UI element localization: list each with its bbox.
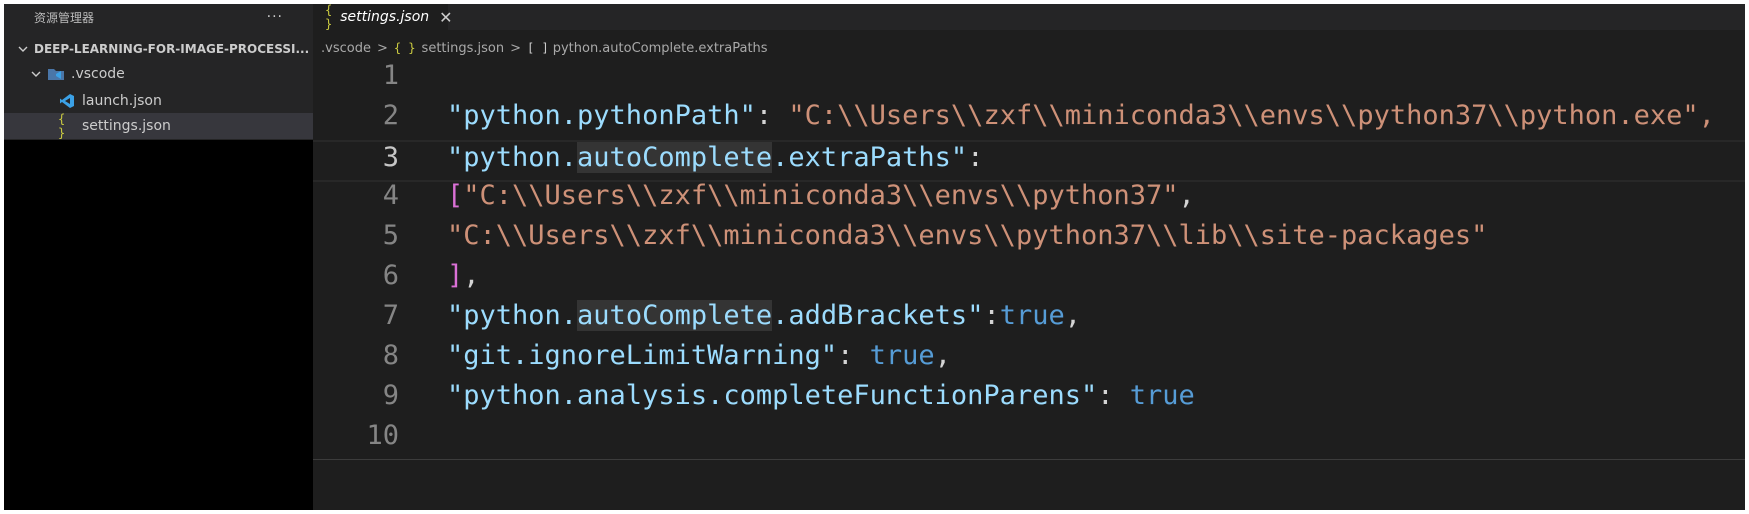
code-text: "git.ignoreLimitWarning": true, [447,340,951,371]
vscode-window: 资源管理器 ··· DEEP-LEARNING-FOR-IMAGE-PROCES… [4,4,1745,510]
explorer-sidebar: 资源管理器 ··· DEEP-LEARNING-FOR-IMAGE-PROCES… [4,4,313,510]
json-string: "C:\\Users\\zxf\\miniconda3\\envs\\pytho… [447,220,1488,251]
json-key-highlight: autoComplete [577,142,773,173]
code-line: 2 "python.pythonPath": "C:\\Users\\zxf\\… [313,100,1745,142]
array-icon: [ ] [527,41,549,55]
tab-bar: { } settings.json ✕ [313,4,1745,31]
chevron-down-icon [31,71,41,77]
json-boolean: true [999,300,1065,331]
tree-item-label: settings.json [82,118,171,134]
punctuation: : [1097,380,1130,411]
redacted-area [4,140,313,510]
code-line: 6 ], [313,260,1745,302]
code-line: 9 "python.analysis.completeFunctionParen… [313,380,1745,422]
line-number: 6 [382,260,399,291]
punctuation: : [983,300,1000,331]
punctuation: , [1178,180,1195,211]
chevron-right-icon: > [376,40,388,56]
chevron-right-icon: > [510,40,522,56]
breadcrumb-item-extrapaths[interactable]: python.autoComplete.extraPaths [553,41,768,56]
line-number: 8 [382,340,399,371]
punctuation: : [755,100,789,131]
tab-settings-json[interactable]: { } settings.json ✕ [313,4,453,31]
workspace-folder[interactable]: DEEP-LEARNING-FOR-IMAGE-PROCESSI... [4,38,313,60]
bracket: [ [447,180,464,211]
breadcrumb-item-settings[interactable]: settings.json [422,41,505,56]
json-file-icon: { } [393,41,416,55]
json-key: "python.pythonPath" [447,100,756,131]
json-key: "python. [447,142,578,173]
line-number: 10 [366,420,399,451]
code-text: "python.autoComplete.addBrackets":true, [447,300,1081,331]
line-number: 2 [382,100,399,131]
tab-label: settings.json [340,9,430,25]
code-line: 1 [313,60,1745,102]
explorer-header: 资源管理器 ··· [4,4,313,30]
code-text: "python.pythonPath": "C:\\Users\\zxf\\mi… [447,100,1715,131]
explorer-title: 资源管理器 [34,10,95,25]
code-line: 5 "C:\\Users\\zxf\\miniconda3\\envs\\pyt… [313,220,1745,262]
breadcrumb-item-vscode[interactable]: .vscode [321,41,371,56]
json-key: "git.ignoreLimitWarning" [447,340,838,371]
more-actions-icon[interactable]: ··· [267,9,283,25]
line-number: 4 [382,180,399,211]
code-text: "python.autoComplete.extraPaths": [447,142,983,173]
json-key: .addBrackets" [772,300,984,331]
json-key: "python.analysis.completeFunctionParens" [447,380,1098,411]
chevron-down-icon [18,46,28,52]
vscode-file-icon [58,93,76,109]
punctuation: , [934,340,951,371]
line-number: 9 [382,380,399,411]
bracket: ] [447,260,464,291]
editor-divider [313,459,1745,460]
line-number: 3 [382,142,399,173]
json-boolean: true [1129,380,1195,411]
punctuation: : [967,142,984,173]
workspace-folder-label: DEEP-LEARNING-FOR-IMAGE-PROCESSI... [34,42,310,56]
breadcrumb: .vscode > { } settings.json > [ ] python… [313,37,1745,59]
code-text: ], [447,260,480,291]
json-boolean: true [869,340,935,371]
json-key: .extraPaths" [772,142,968,173]
code-line: 8 "git.ignoreLimitWarning": true, [313,340,1745,382]
code-editor[interactable]: 1 2 "python.pythonPath": "C:\\Users\\zxf… [313,60,1745,510]
close-icon[interactable]: ✕ [439,8,452,27]
json-key: "python. [447,300,578,331]
punctuation: , [1064,300,1082,331]
vscode-folder-icon [47,66,65,82]
tree-item-label: .vscode [71,66,125,82]
line-number: 7 [382,300,399,331]
json-file-icon: { } [58,112,66,140]
punctuation: , [463,260,480,291]
json-string: "C:\\Users\\zxf\\miniconda3\\envs\\pytho… [788,100,1715,131]
json-string: "C:\\Users\\zxf\\miniconda3\\envs\\pytho… [463,180,1179,211]
json-key-highlight: autoComplete [577,300,773,331]
tree-item-vscode-folder[interactable]: .vscode [4,61,313,87]
code-line: 10 [313,420,1745,462]
tree-item-label: launch.json [82,93,162,109]
tree-item-settings-json[interactable]: { } settings.json [4,112,313,140]
code-text: "python.analysis.completeFunctionParens"… [447,380,1195,411]
punctuation: : [837,340,870,371]
code-line-current: 3 "python.autoComplete.extraPaths": [313,140,1745,182]
json-file-icon: { } [325,4,333,31]
code-text: ["C:\\Users\\zxf\\miniconda3\\envs\\pyth… [447,180,1195,211]
code-line: 4 ["C:\\Users\\zxf\\miniconda3\\envs\\py… [313,180,1745,222]
line-number: 1 [382,60,399,91]
line-number: 5 [382,220,399,251]
code-line: 7 "python.autoComplete.addBrackets":true… [313,300,1745,342]
tree-item-launch-json[interactable]: launch.json [4,88,313,114]
code-text: "C:\\Users\\zxf\\miniconda3\\envs\\pytho… [447,220,1487,251]
